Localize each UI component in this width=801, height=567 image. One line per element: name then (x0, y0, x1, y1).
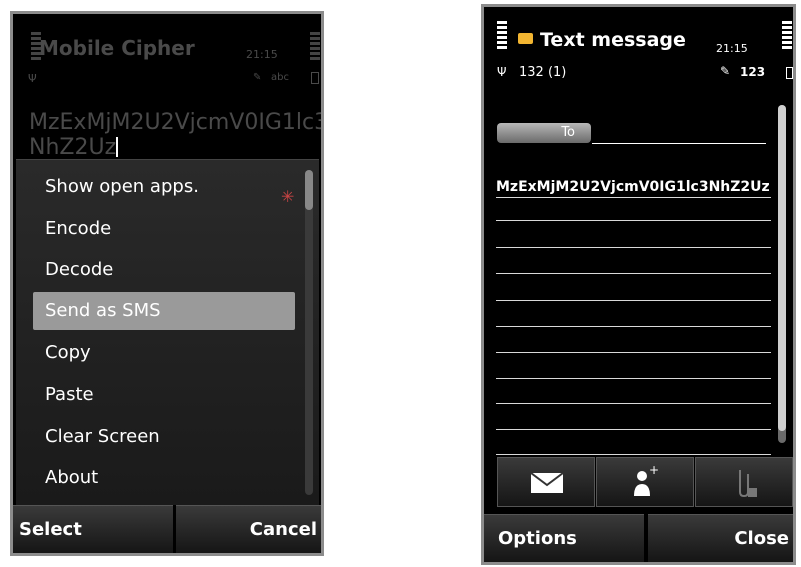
add-contact-icon: + (634, 463, 659, 496)
menu-item-label: Copy (45, 342, 91, 363)
antenna-icon: Ψ (28, 72, 37, 85)
menu-item-decode[interactable]: Decode (33, 251, 295, 289)
pen-input-icon: ✎ (253, 72, 262, 83)
softkey-bar: Options Close (484, 514, 793, 562)
attachment-icon (739, 470, 757, 498)
small-battery-icon (786, 67, 793, 79)
message-scrollbar[interactable] (778, 105, 786, 443)
app-title: Mobile Cipher (39, 36, 195, 60)
menu-item-label: Clear Screen (45, 426, 160, 447)
message-icon (518, 33, 533, 44)
phone-screen-mobile-cipher: Ψ Mobile Cipher 21:15 ✎ abc MzExMjM2U2Vj… (10, 11, 324, 556)
battery-icon (310, 32, 320, 62)
battery-icon (782, 21, 792, 51)
menu-scroll-thumb[interactable] (305, 170, 313, 210)
menu-item-show-open-apps[interactable]: Show open apps. (33, 168, 295, 206)
pen-input-icon: ✎ (720, 64, 731, 78)
menu-item-label: Paste (45, 384, 94, 405)
envelope-icon (530, 472, 564, 493)
small-battery-icon (311, 72, 319, 84)
to-label: To (561, 125, 575, 140)
message-body[interactable]: MzExMjM2U2VjcmV0IG1lc3NhZ2Uz (496, 179, 771, 195)
menu-item-paste[interactable]: Paste (33, 376, 295, 414)
softkey-bar: Select Cancel (13, 505, 321, 553)
menu-scrollbar[interactable] (305, 170, 313, 495)
menu-item-send-as-sms[interactable]: Send as SMS (33, 292, 295, 330)
options-softkey-label: Options (498, 528, 577, 549)
menu-item-label: Encode (45, 218, 112, 239)
text-cursor (116, 137, 119, 157)
text-rule (496, 326, 771, 327)
options-softkey[interactable]: Options (484, 514, 644, 562)
text-rule (496, 220, 771, 221)
text-rule (496, 300, 771, 301)
menu-item-label: Send as SMS (45, 300, 161, 321)
insert-attachment-button[interactable] (695, 457, 793, 507)
character-counter: 132 (1) (519, 65, 567, 80)
menu-item-about[interactable]: About (33, 459, 295, 497)
close-softkey[interactable]: Close (648, 514, 793, 562)
text-rule (496, 273, 771, 274)
select-softkey-label: Select (19, 519, 82, 540)
text-rule (496, 429, 771, 430)
text-rule (496, 197, 771, 198)
recipient-field[interactable] (592, 143, 766, 144)
cipher-text-input[interactable]: MzExMjM2U2VjcmV0IG1lc3NhZ2Uz (29, 110, 324, 160)
message-text: MzExMjM2U2VjcmV0IG1lc3NhZ2Uz (496, 179, 770, 195)
menu-item-label: Decode (45, 259, 114, 280)
cancel-softkey[interactable]: Cancel (176, 505, 321, 553)
open-apps-icon: ✳ (281, 187, 295, 206)
clock: 21:15 (246, 48, 278, 61)
text-rule (496, 247, 771, 248)
signal-strength-icon (497, 21, 507, 51)
svg-text:+: + (649, 463, 659, 477)
antenna-icon: Ψ (497, 65, 507, 79)
message-scroll-thumb[interactable] (778, 105, 786, 431)
menu-item-clear-screen[interactable]: Clear Screen (33, 418, 295, 456)
select-softkey[interactable]: Select (13, 505, 173, 553)
text-rule (496, 454, 771, 455)
input-mode-indicator: 123 (740, 65, 766, 79)
menu-item-copy[interactable]: Copy (33, 334, 295, 372)
app-title: Text message (540, 29, 686, 51)
add-recipient-button[interactable]: + (596, 457, 694, 507)
menu-item-encode[interactable]: Encode (33, 210, 295, 248)
input-mode-indicator: abc (271, 72, 289, 83)
menu-item-label: About (45, 467, 99, 488)
close-softkey-label: Close (734, 528, 789, 549)
cancel-softkey-label: Cancel (249, 519, 317, 540)
to-recipient-button[interactable]: To (497, 123, 591, 143)
text-rule (496, 352, 771, 353)
phone-screen-text-message: Ψ Text message 21:15 132 (1) ✎ 123 To Mz… (481, 4, 796, 565)
text-rule (496, 378, 771, 379)
menu-item-label: Show open apps. (45, 176, 199, 197)
text-rule (496, 403, 771, 404)
send-button[interactable] (497, 457, 595, 507)
clock: 21:15 (716, 42, 748, 55)
cipher-text: MzExMjM2U2VjcmV0IG1lc3NhZ2Uz (29, 110, 324, 160)
options-menu: Show open apps. Encode Decode Send as SM… (16, 159, 319, 505)
